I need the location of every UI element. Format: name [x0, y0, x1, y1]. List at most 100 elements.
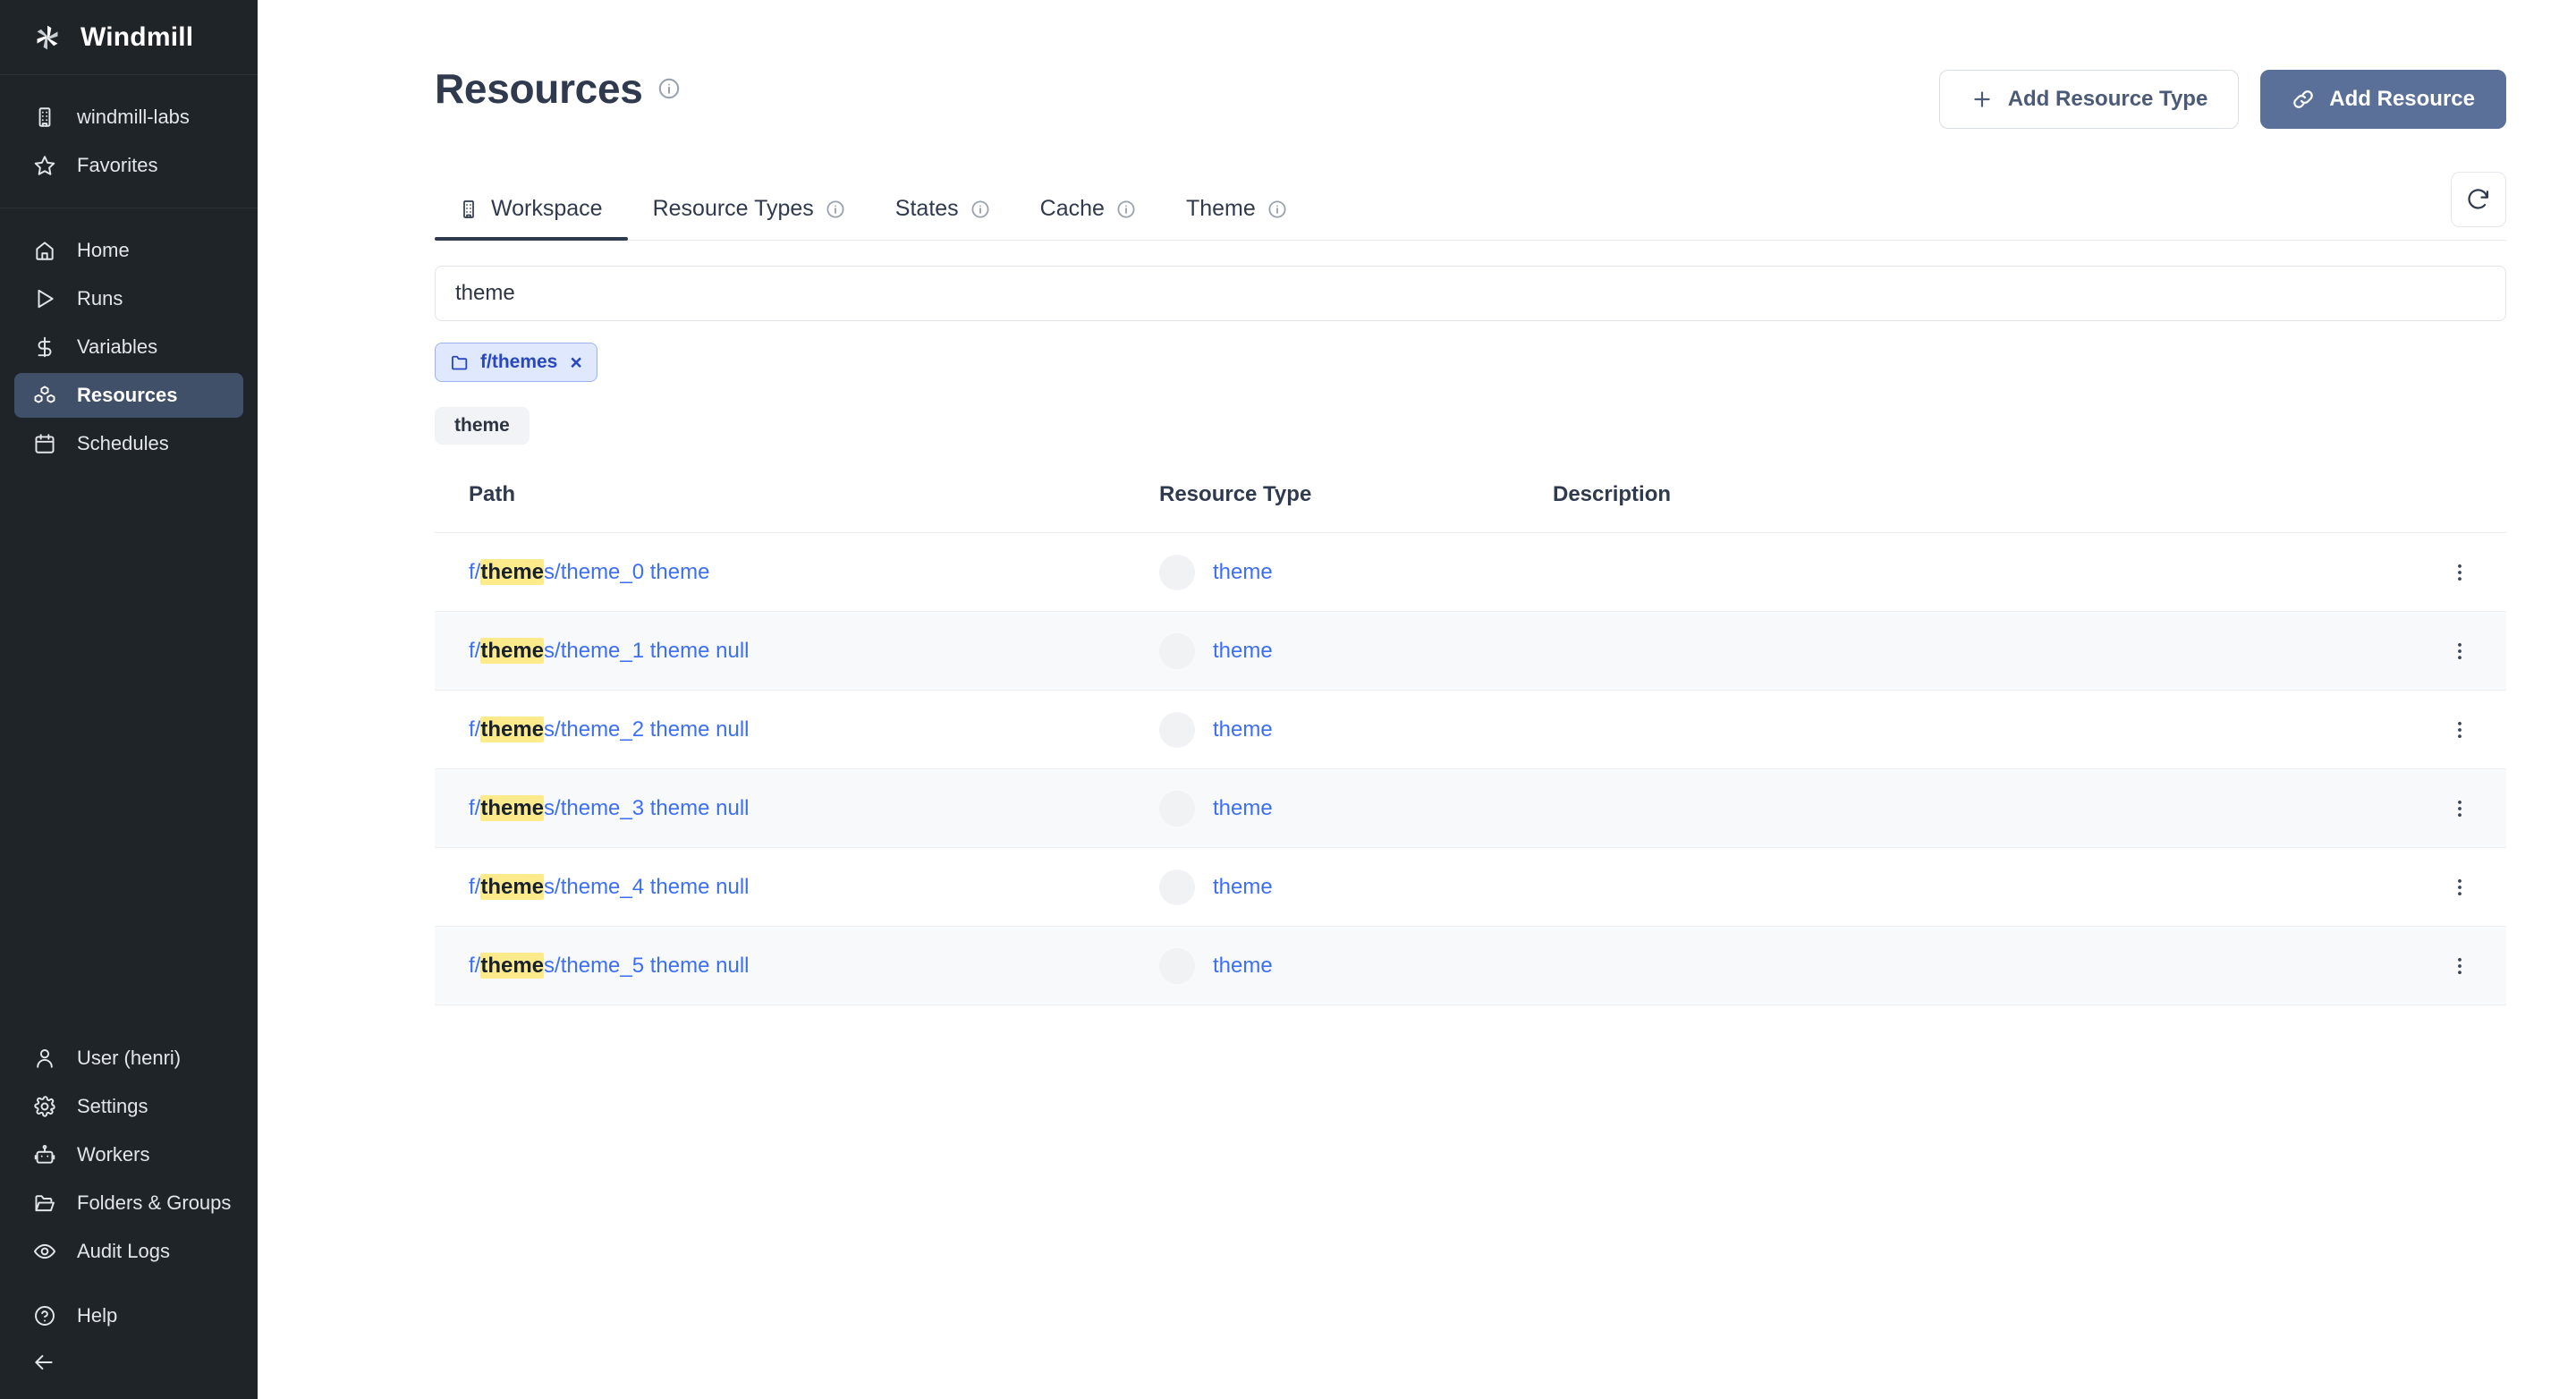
cell-path: f/themes/theme_0 theme [435, 533, 1159, 612]
sidebar-collapse-button[interactable] [14, 1342, 243, 1386]
calendar-icon [32, 431, 57, 456]
info-icon[interactable] [657, 77, 681, 100]
path-link[interactable]: f/themes/theme_0 theme [469, 558, 709, 585]
info-icon[interactable] [970, 199, 990, 219]
resource-type-link[interactable]: theme [1213, 639, 1273, 664]
table-row[interactable]: f/themes/theme_1 theme null theme [435, 611, 2506, 691]
tab-label: Theme [1185, 196, 1256, 221]
resource-type-cell: theme [1159, 869, 1553, 905]
sidebar: Windmill windmill-labs Favorites Home Ru… [0, 0, 258, 1399]
info-icon[interactable] [826, 199, 845, 219]
filter-chip-folder[interactable]: f/themes × [435, 343, 597, 382]
path-link[interactable]: f/themes/theme_3 theme null [469, 794, 750, 821]
tabs-row: Workspace Resource Types States Cache Th… [435, 172, 2506, 241]
sidebar-item-settings[interactable]: Settings [14, 1084, 243, 1129]
more-vertical-icon[interactable] [2440, 868, 2479, 907]
sidebar-item-label: Resources [77, 384, 178, 406]
info-icon[interactable] [1267, 199, 1287, 219]
eye-icon [32, 1239, 57, 1264]
sidebar-item-audit-logs[interactable]: Audit Logs [14, 1229, 243, 1274]
building-icon [32, 105, 57, 130]
table-row[interactable]: f/themes/theme_2 theme null theme [435, 691, 2506, 769]
tab-cache[interactable]: Cache [1015, 196, 1161, 240]
path-link[interactable]: f/themes/theme_5 theme null [469, 952, 750, 979]
home-icon [32, 238, 57, 263]
table-row[interactable]: f/themes/theme_3 theme null theme [435, 768, 2506, 848]
brand[interactable]: Windmill [0, 0, 258, 75]
path-link[interactable]: f/themes/theme_4 theme null [469, 873, 750, 900]
cell-description [1553, 927, 2399, 1005]
sidebar-nav-group: Home Runs Variables Resources Schedules [0, 208, 258, 486]
cell-resource-type: theme [1159, 769, 1553, 848]
tab-label: Cache [1039, 196, 1105, 221]
sidebar-item-label: Home [77, 239, 130, 261]
resource-type-link[interactable]: theme [1213, 875, 1273, 900]
resource-type-avatar [1159, 711, 1195, 748]
add-resource-type-button[interactable]: Add Resource Type [1938, 70, 2240, 129]
cell-actions [2399, 533, 2506, 612]
add-resource-button[interactable]: Add Resource [2260, 70, 2506, 129]
tag-filters: theme [435, 407, 2506, 445]
column-header-path: Path [469, 482, 516, 506]
brand-name: Windmill [80, 21, 194, 52]
sidebar-item-variables[interactable]: Variables [14, 325, 243, 369]
user-icon [32, 1046, 57, 1071]
main-content: Resources Add Resource Type Add Resource… [258, 0, 2576, 1399]
more-vertical-icon[interactable] [2440, 632, 2479, 671]
link-icon [2292, 88, 2315, 111]
page-header: Resources Add Resource Type Add Resource [258, 0, 2576, 129]
tab-label: States [894, 196, 959, 221]
sidebar-item-folders-groups[interactable]: Folders & Groups [14, 1181, 243, 1225]
more-vertical-icon[interactable] [2440, 553, 2479, 592]
sidebar-item-user[interactable]: User (henri) [14, 1036, 243, 1081]
cell-resource-type: theme [1159, 533, 1553, 612]
table-row[interactable]: f/themes/theme_5 theme null theme [435, 926, 2506, 1005]
resource-type-link[interactable]: theme [1213, 796, 1273, 821]
resource-type-avatar [1159, 790, 1195, 827]
sidebar-item-label: User (henri) [77, 1047, 182, 1069]
sidebar-item-resources[interactable]: Resources [14, 373, 243, 418]
sidebar-item-home[interactable]: Home [14, 228, 243, 273]
tab-states[interactable]: States [870, 196, 1015, 240]
tab-label: Workspace [491, 196, 603, 221]
more-vertical-icon[interactable] [2440, 710, 2479, 750]
path-link[interactable]: f/themes/theme_2 theme null [469, 716, 750, 742]
resource-type-avatar [1159, 869, 1195, 905]
star-icon [32, 153, 57, 178]
sidebar-item-runs[interactable]: Runs [14, 276, 243, 321]
sidebar-item-label: Settings [77, 1095, 148, 1117]
resource-type-link[interactable]: theme [1213, 954, 1273, 979]
resource-type-link[interactable]: theme [1213, 717, 1273, 742]
gear-icon [32, 1094, 57, 1119]
tag-filter-theme[interactable]: theme [435, 407, 530, 445]
tab-resource-types[interactable]: Resource Types [628, 196, 870, 240]
cell-description [1553, 691, 2399, 769]
sidebar-item-label: Schedules [77, 432, 169, 454]
cell-path: f/themes/theme_4 theme null [435, 848, 1159, 927]
search-input[interactable] [435, 266, 2506, 321]
tab-theme[interactable]: Theme [1161, 196, 1312, 240]
sidebar-item-windmill-labs[interactable]: windmill-labs [14, 95, 243, 140]
sidebar-item-help[interactable]: Help [14, 1293, 243, 1338]
plus-icon [1970, 88, 1994, 111]
sidebar-item-workers[interactable]: Workers [14, 1132, 243, 1177]
refresh-button[interactable] [2451, 172, 2506, 227]
help-circle-icon [32, 1303, 57, 1328]
resource-type-cell: theme [1159, 554, 1553, 590]
sidebar-item-schedules[interactable]: Schedules [14, 421, 243, 466]
table-row[interactable]: f/themes/theme_0 theme theme [435, 533, 2506, 612]
resource-type-cell: theme [1159, 711, 1553, 748]
table-row[interactable]: f/themes/theme_4 theme null theme [435, 848, 2506, 927]
resource-type-link[interactable]: theme [1213, 560, 1273, 585]
column-header-description: Description [1553, 482, 1672, 506]
path-link[interactable]: f/themes/theme_1 theme null [469, 637, 750, 664]
more-vertical-icon[interactable] [2440, 946, 2479, 986]
filter-chip-label: f/themes [480, 352, 558, 372]
tab-workspace[interactable]: Workspace [435, 196, 628, 241]
cell-path: f/themes/theme_5 theme null [435, 927, 1159, 1005]
info-icon[interactable] [1116, 199, 1136, 219]
more-vertical-icon[interactable] [2440, 789, 2479, 828]
close-icon[interactable]: × [570, 352, 581, 373]
cell-actions [2399, 927, 2506, 1005]
sidebar-item-favorites[interactable]: Favorites [14, 143, 243, 188]
